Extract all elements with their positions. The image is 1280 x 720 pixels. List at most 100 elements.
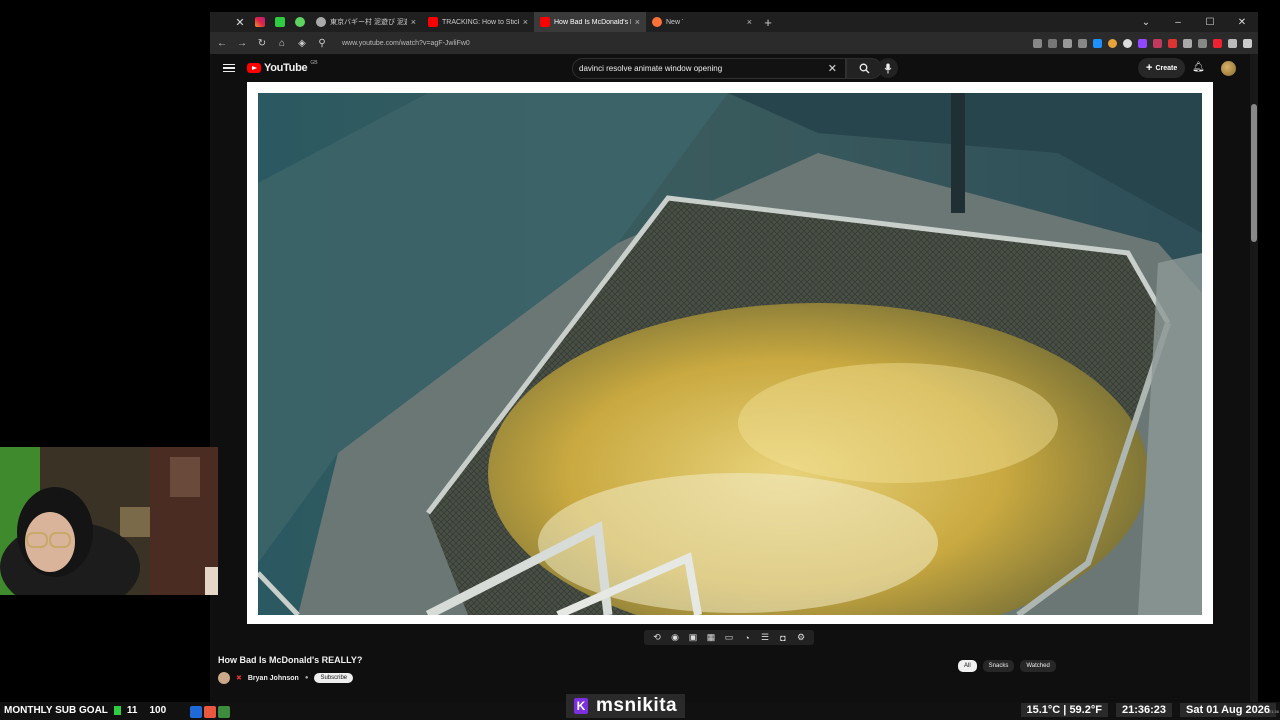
miniplayer-icon[interactable]: ▣ <box>688 632 698 643</box>
tab-label: 東京バギー村 泥遊び 泥遊び - Ch <box>330 19 407 26</box>
twitch-icon[interactable] <box>1138 38 1147 48</box>
chip-watched[interactable]: Watched <box>1020 660 1056 672</box>
extension-icon[interactable] <box>1108 38 1117 48</box>
extension-icon[interactable] <box>1168 38 1177 48</box>
firefox-icon <box>652 17 662 27</box>
webcam-image <box>0 447 218 595</box>
clear-search-icon[interactable]: ✕ <box>828 62 837 75</box>
search-input[interactable]: davinci resolve animate window opening ✕ <box>572 58 846 79</box>
app-icon[interactable] <box>204 706 216 718</box>
microphone-icon <box>884 63 892 73</box>
youtube-icon <box>428 17 438 27</box>
streamer-name: msnikita <box>596 695 678 716</box>
clip-icon[interactable]: ▦ <box>706 632 716 643</box>
close-icon[interactable]: ✕ <box>230 16 250 29</box>
clock-readout: 21:36:23 <box>1115 703 1173 717</box>
channel-avatar[interactable] <box>218 672 230 684</box>
youtube-logo[interactable]: YouTube GB <box>247 60 318 74</box>
sub-goal-widget: MONTHLY SUB GOAL 11 100 <box>4 702 166 718</box>
tab-close-icon[interactable]: × <box>523 17 528 27</box>
extensions-toolbar <box>1033 38 1252 48</box>
video-title: How Bad Is McDonald's REALLY? <box>218 655 363 665</box>
page-scrollbar[interactable] <box>1250 54 1258 702</box>
extension-icon[interactable] <box>1183 38 1192 48</box>
country-code: GB <box>310 60 318 66</box>
stats-icon[interactable]: ☰ <box>760 632 770 643</box>
download-icon[interactable] <box>1093 38 1102 48</box>
tab-label: TRACKING: How to Stick an IMAGE <box>442 18 519 26</box>
taskbar-icons <box>190 706 230 718</box>
notifications-bell-icon[interactable]: 🔔︎ <box>1192 62 1205 73</box>
speed-icon[interactable]: ◔ <box>742 633 752 643</box>
audio-icon[interactable]: ◉ <box>670 632 680 643</box>
screenshot-icon[interactable]: ◘ <box>778 633 788 643</box>
reload-icon[interactable]: ↻ <box>256 38 268 49</box>
sub-goal-progress-icon <box>113 705 121 715</box>
settings-gear-icon[interactable]: ⚙ <box>796 632 806 643</box>
video-player[interactable] <box>247 82 1213 624</box>
grid-icon[interactable] <box>1063 38 1072 48</box>
tab-list-chevron-icon[interactable]: ⌄ <box>1130 17 1162 28</box>
sub-goal-current: 11 <box>126 704 138 716</box>
extension-icon[interactable] <box>1213 38 1222 48</box>
player-controls: ⟲ ◉ ▣ ▦ ▭ ◔ ☰ ◘ ⚙ <box>644 630 814 645</box>
tab-close-icon[interactable]: × <box>635 17 640 27</box>
site-info-icon[interactable]: ⚲ <box>316 38 328 49</box>
channel-name[interactable]: Bryan Johnson <box>248 675 299 682</box>
nav-bar: ← → ↻ ⌂ ◈ ⚲ www.youtube.com/watch?v=agF-… <box>210 32 1258 54</box>
tab-mcdonalds[interactable]: How Bad Is McDonald's REALLY? × <box>534 12 646 32</box>
channel-row: ✖ Bryan Johnson ● Subscribe <box>218 672 354 684</box>
forward-icon[interactable]: → <box>236 38 248 49</box>
hamburger-menu-icon[interactable] <box>223 63 235 73</box>
scrollbar-thumb[interactable] <box>1251 104 1257 242</box>
subscribe-button[interactable]: Subscribe <box>314 673 354 683</box>
app-icon[interactable] <box>190 706 202 718</box>
extension-icon[interactable] <box>275 17 285 27</box>
extension-icon[interactable] <box>1153 38 1162 48</box>
loop-icon[interactable]: ⟲ <box>652 632 662 643</box>
container-icon[interactable] <box>1078 38 1087 48</box>
puzzle-icon[interactable] <box>1198 38 1207 48</box>
webcam-feed <box>0 447 218 595</box>
temperature-readout: 15.1°C | 59.2°F <box>1020 703 1108 717</box>
tab-bar: ✕ 東京バギー村 泥遊び 泥遊び - Ch × TRACKING: How to… <box>210 12 1258 32</box>
extension-icon[interactable] <box>1123 38 1132 48</box>
search-button[interactable] <box>846 58 882 79</box>
sub-goal-target: 100 <box>149 704 167 716</box>
home-icon[interactable]: ⌂ <box>276 38 288 49</box>
minimize-icon[interactable]: – <box>1162 17 1194 28</box>
instagram-icon[interactable] <box>255 17 265 27</box>
video-frame[interactable] <box>258 93 1202 615</box>
menu-icon[interactable] <box>1243 38 1252 48</box>
reader-icon[interactable] <box>1048 38 1057 48</box>
maximize-icon[interactable]: ☐ <box>1194 17 1226 28</box>
apps-icon[interactable] <box>1228 38 1237 48</box>
create-label: Create <box>1155 64 1178 72</box>
theater-icon[interactable]: ▭ <box>724 632 734 643</box>
youtube-play-icon <box>247 63 261 73</box>
voice-search-button[interactable] <box>878 58 898 78</box>
tab-new-tab[interactable]: New Tab × <box>646 12 758 32</box>
new-tab-button[interactable]: + <box>758 15 778 30</box>
account-avatar[interactable] <box>1221 61 1236 76</box>
create-button[interactable]: + Create <box>1138 58 1186 78</box>
app-icon[interactable] <box>218 706 230 718</box>
back-icon[interactable]: ← <box>216 38 228 49</box>
youtube-icon <box>540 17 550 27</box>
stream-canvas: ✕ 東京バギー村 泥遊び 泥遊び - Ch × TRACKING: How to… <box>0 0 1280 720</box>
tab-close-icon[interactable]: × <box>411 17 416 27</box>
search-icon <box>859 63 869 74</box>
chip-snacks[interactable]: Snacks <box>982 660 1015 672</box>
window-close-icon[interactable]: ✕ <box>1226 17 1258 28</box>
tab-tracking[interactable]: TRACKING: How to Stick an IMAGE × <box>422 12 534 32</box>
chip-all[interactable]: All <box>958 660 977 672</box>
shield-icon[interactable]: ◈ <box>296 38 308 49</box>
system-clock: 21:36 <box>1268 709 1279 714</box>
screenshot-icon[interactable] <box>1033 38 1042 48</box>
tab-tokyo-buggy[interactable]: 東京バギー村 泥遊び 泥遊び - Ch × <box>310 12 422 32</box>
status-dot-icon[interactable] <box>295 17 305 27</box>
url-bar[interactable]: www.youtube.com/watch?v=agF-JwliFw0 <box>342 40 470 47</box>
date-readout: Sat 01 Aug 2026 <box>1180 703 1276 717</box>
search-query: davinci resolve animate window opening <box>579 64 723 73</box>
tab-close-icon[interactable]: × <box>747 17 752 27</box>
